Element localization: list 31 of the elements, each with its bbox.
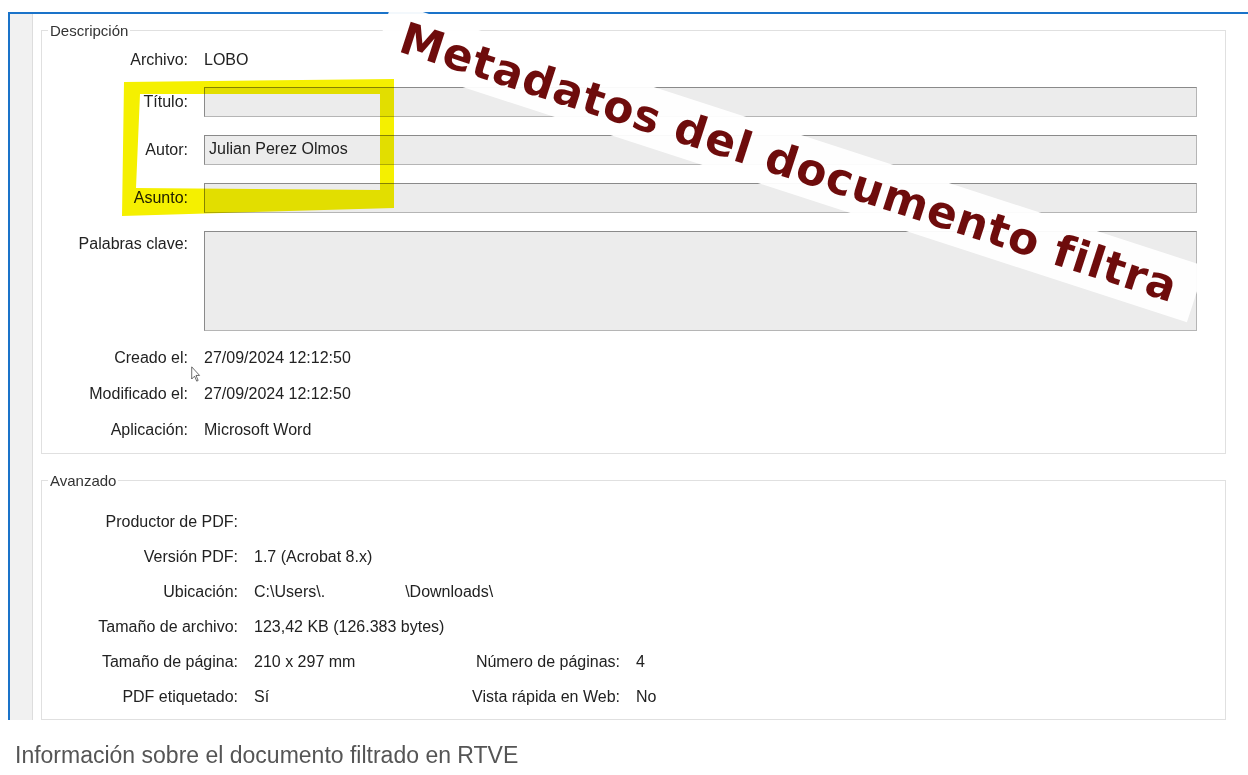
field-label: Ubicación: — [162, 583, 238, 601]
field-label: Vista rápida en Web: — [471, 688, 620, 706]
field-value: 4 — [636, 653, 645, 671]
group-title: Descripción — [49, 22, 130, 39]
field-label: PDF etiquetado: — [121, 688, 238, 706]
field-value: No — [636, 688, 657, 706]
field-label: Tamaño de archivo: — [97, 618, 238, 636]
field-value: 210 x 297 mm — [254, 653, 356, 671]
field-value: C:\Users\. \Downloads\ — [254, 583, 494, 601]
field-label: Versión PDF: — [142, 548, 238, 566]
field-label: Archivo: — [129, 51, 188, 69]
cursor-icon — [191, 366, 201, 382]
group-title: Avanzado — [49, 472, 118, 489]
field-label: Título: — [142, 93, 188, 111]
field-value: Microsoft Word — [204, 421, 312, 439]
field-value: Sí — [254, 688, 270, 706]
field-label: Autor: — [144, 141, 188, 159]
field-label: Palabras clave: — [77, 234, 188, 253]
field-value: 123,42 KB (126.383 bytes) — [254, 618, 445, 636]
field-label: Creado el: — [113, 349, 188, 367]
field-value: 27/09/2024 12:12:50 — [204, 385, 351, 403]
file-name: LOBO — [204, 51, 249, 69]
field-label: Productor de PDF: — [104, 513, 238, 531]
image-caption: Información sobre el documento filtrado en RTVE — [15, 742, 520, 769]
field-label: Modificado el: — [88, 385, 188, 403]
field-label: Asunto: — [132, 189, 188, 207]
field-label: Aplicación: — [109, 421, 188, 439]
field-label: Tamaño de página: — [100, 653, 238, 671]
field-value: 27/09/2024 12:12:50 — [204, 349, 351, 367]
field-value: 1.7 (Acrobat 8.x) — [254, 548, 373, 566]
field-label: Número de páginas: — [474, 653, 620, 671]
